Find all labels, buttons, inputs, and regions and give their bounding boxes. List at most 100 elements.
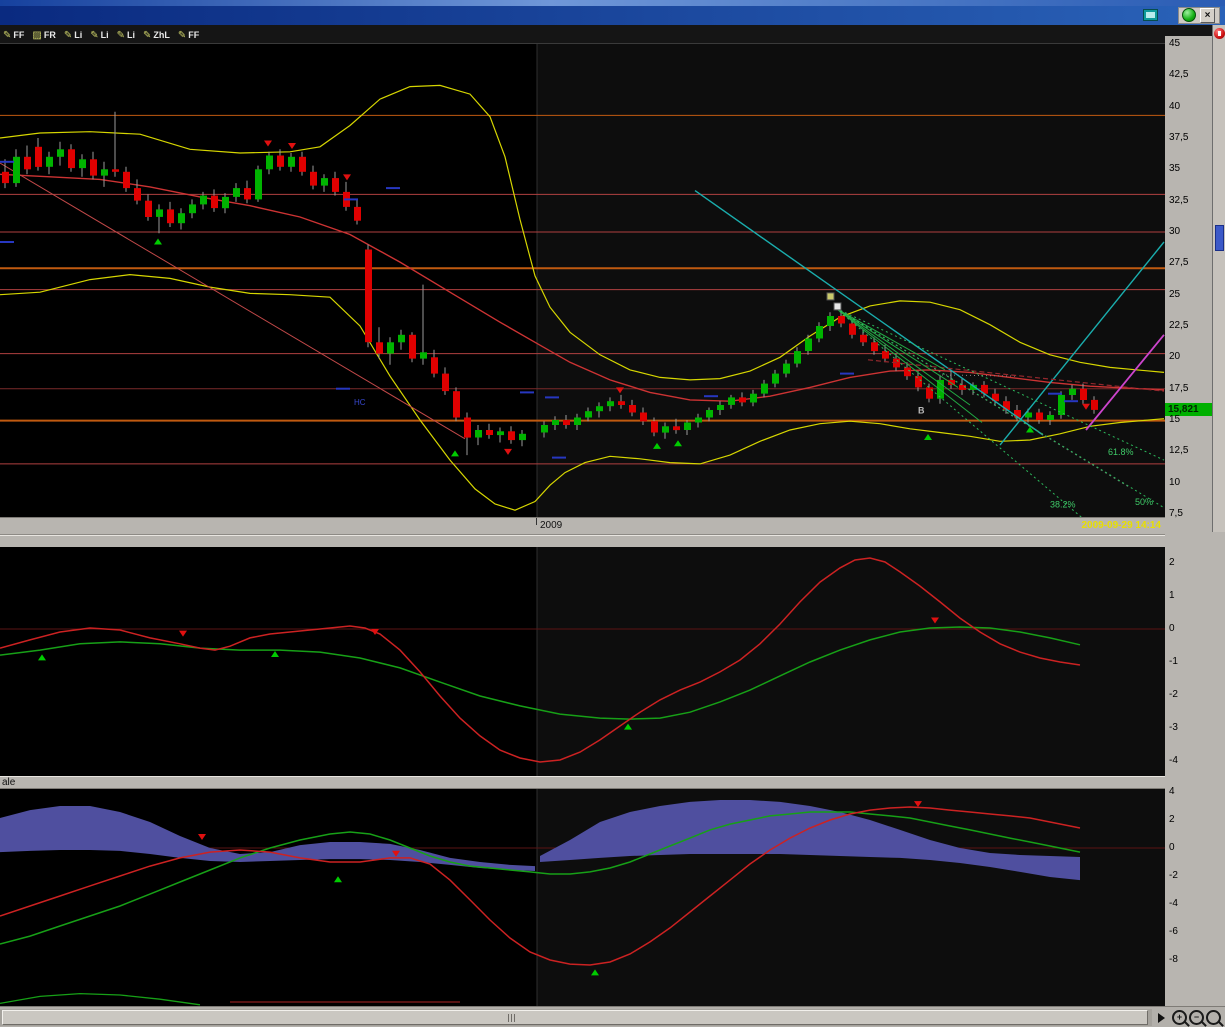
grid-icon: ▨ bbox=[32, 30, 41, 41]
candle bbox=[684, 423, 691, 431]
candle bbox=[761, 384, 768, 394]
title-bar[interactable] bbox=[0, 6, 1225, 25]
pen-icon: ✎ bbox=[178, 30, 186, 41]
candle bbox=[827, 316, 834, 326]
price-axis-label: 37,5 bbox=[1169, 132, 1188, 144]
fib-label: 38.2% bbox=[1050, 500, 1076, 510]
blue-dash-marker bbox=[1064, 400, 1078, 402]
candle bbox=[728, 397, 735, 405]
close-button[interactable]: × bbox=[1200, 8, 1215, 23]
date-axis-bar: 2009 2009-09-29 14:14 bbox=[0, 517, 1165, 547]
zoom-in-icon[interactable]: + bbox=[1172, 1010, 1187, 1025]
price-axis-label: 42,5 bbox=[1169, 69, 1188, 81]
candle bbox=[233, 188, 240, 197]
candle bbox=[299, 157, 306, 172]
blue-dash-marker bbox=[545, 396, 559, 398]
oscillator2-axis-label: 4 bbox=[1169, 786, 1175, 798]
price-axis-label: 25 bbox=[1169, 289, 1180, 301]
minus-glyph: − bbox=[1194, 1012, 1199, 1022]
candle bbox=[750, 394, 757, 403]
scroll-right-arrow[interactable] bbox=[1158, 1013, 1165, 1023]
candle bbox=[783, 364, 790, 374]
candle bbox=[926, 387, 933, 398]
candle bbox=[398, 335, 405, 343]
panel-divider[interactable] bbox=[0, 534, 1165, 535]
candle bbox=[717, 405, 724, 410]
scrollbar-thumb[interactable] bbox=[2, 1010, 1148, 1025]
candle bbox=[354, 207, 361, 221]
panel-divider-2[interactable]: ale bbox=[0, 776, 1165, 789]
candle bbox=[508, 431, 515, 440]
candle bbox=[365, 250, 372, 343]
blue-dash-marker bbox=[344, 198, 358, 200]
candle bbox=[772, 374, 779, 384]
toolbar-item-fr[interactable]: ▨FR bbox=[29, 25, 60, 44]
candle bbox=[695, 418, 702, 423]
blue-dash-marker bbox=[0, 241, 14, 243]
oscillator-panel-1[interactable] bbox=[0, 547, 1165, 776]
toolbar-item-zhl[interactable]: ✎ZhL bbox=[140, 25, 175, 44]
oscillator1-axis-label: -3 bbox=[1169, 722, 1178, 734]
toolbar-item-ff[interactable]: ✎FF bbox=[0, 25, 29, 44]
candle bbox=[13, 157, 20, 183]
candle bbox=[574, 418, 581, 426]
zoom-out-icon[interactable]: − bbox=[1189, 1010, 1204, 1025]
price-axis-label: 35 bbox=[1169, 163, 1180, 175]
candle bbox=[596, 406, 603, 411]
candle bbox=[453, 391, 460, 417]
candle bbox=[35, 147, 42, 167]
toolbar-item-label: Li bbox=[101, 30, 109, 40]
scrollbar-track[interactable] bbox=[0, 1009, 1152, 1026]
blue-dash-marker bbox=[386, 187, 400, 189]
candle bbox=[145, 201, 152, 217]
status-green-button[interactable] bbox=[1182, 8, 1196, 22]
candle bbox=[2, 172, 9, 183]
oscillator1-axis-label: -2 bbox=[1169, 689, 1178, 701]
candle bbox=[101, 169, 108, 175]
candle bbox=[46, 157, 53, 167]
toolbar-item-li[interactable]: ✎Li bbox=[114, 25, 140, 44]
axis-scrollbar[interactable] bbox=[1212, 25, 1225, 532]
oscillator2-axis-label: 0 bbox=[1169, 842, 1175, 854]
toolbar-item-li[interactable]: ✎Li bbox=[61, 25, 87, 44]
oscillator1-axis-label: 2 bbox=[1169, 557, 1175, 569]
toolbar-item-label: Li bbox=[74, 30, 82, 40]
lock-icon[interactable] bbox=[1214, 28, 1225, 39]
candle bbox=[123, 172, 130, 188]
blue-dash-marker bbox=[520, 391, 534, 393]
candle bbox=[244, 188, 251, 199]
toolbar-item-label: FF bbox=[188, 30, 199, 40]
price-axis-label: 20 bbox=[1169, 351, 1180, 363]
horizontal-scrollbar[interactable]: + − bbox=[0, 1006, 1225, 1027]
plus-glyph: + bbox=[1177, 1012, 1182, 1022]
candle bbox=[167, 209, 174, 223]
toolbar-item-ff[interactable]: ✎FF bbox=[175, 25, 204, 44]
b-marker-label: B bbox=[918, 406, 925, 416]
candle bbox=[211, 196, 218, 209]
list-icon: ✎ bbox=[143, 30, 151, 41]
toolbar-item-label: FR bbox=[44, 30, 56, 40]
oscillator-panel-2[interactable] bbox=[0, 789, 1165, 1006]
price-chart-panel[interactable]: 61.8%50%38.2%BHC bbox=[0, 44, 1165, 517]
candle bbox=[673, 426, 680, 430]
toolbar-item-label: Li bbox=[127, 30, 135, 40]
toolbar-item-li[interactable]: ✎Li bbox=[87, 25, 113, 44]
zoom-icon[interactable] bbox=[1206, 1010, 1221, 1025]
indicator-label: ale bbox=[2, 777, 15, 789]
monitor-icon[interactable] bbox=[1143, 9, 1158, 21]
candle bbox=[200, 196, 207, 205]
hc-marker-label: HC bbox=[354, 398, 366, 407]
candle bbox=[849, 324, 856, 335]
candle bbox=[57, 149, 64, 157]
candle bbox=[1091, 400, 1098, 410]
oscillator2-axis-label: -2 bbox=[1169, 870, 1178, 882]
blue-dash-marker bbox=[552, 457, 566, 459]
square-marker-icon bbox=[827, 293, 834, 300]
axis-scrollbar-thumb[interactable] bbox=[1215, 225, 1224, 251]
candle bbox=[464, 418, 471, 438]
candle bbox=[387, 342, 394, 353]
candle bbox=[662, 426, 669, 432]
pen-icon: ✎ bbox=[64, 30, 72, 41]
candle bbox=[409, 335, 416, 359]
candle bbox=[112, 169, 119, 172]
